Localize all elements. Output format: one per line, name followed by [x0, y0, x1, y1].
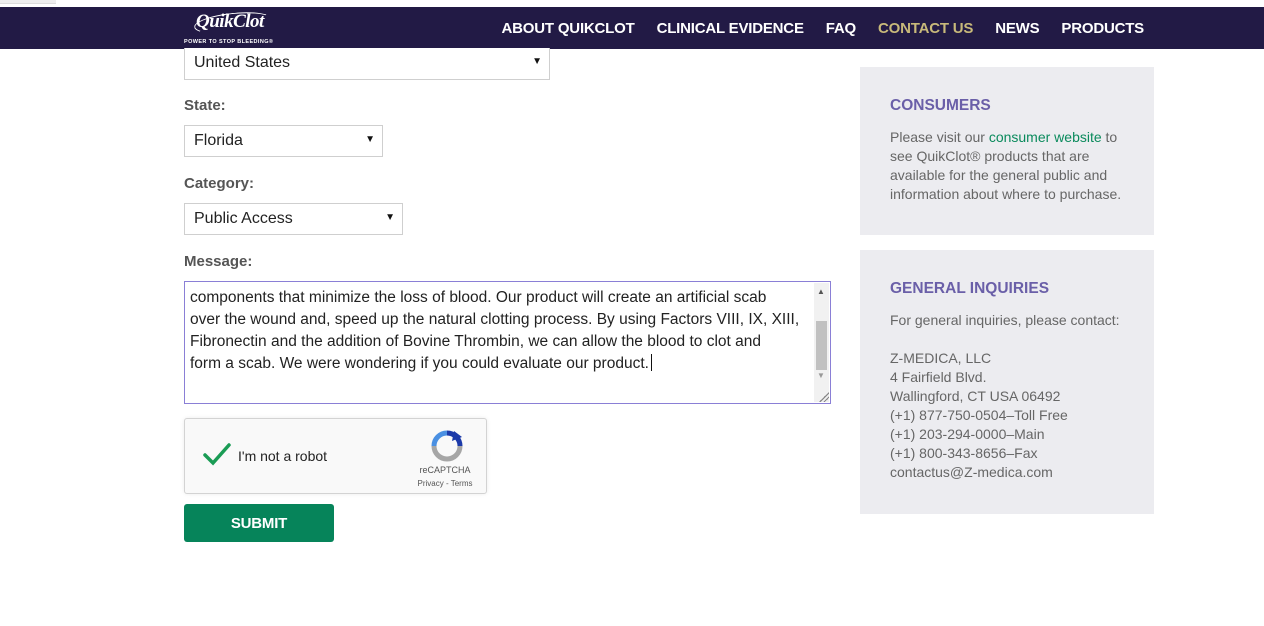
country-dropdown-arrow-icon: ▼ — [532, 56, 542, 67]
general-inquiries-card: GENERAL INQUIRIES For general inquiries,… — [860, 250, 1154, 514]
consumers-card: CONSUMERS Please visit our consumer webs… — [860, 67, 1154, 235]
consumers-title: CONSUMERS — [890, 97, 991, 114]
category-select[interactable]: Public Access ▼ — [184, 203, 403, 235]
recaptcha-logo-icon — [431, 430, 463, 462]
phone-toll-free: (+1) 877-750-0504–Toll Free — [890, 407, 1068, 423]
site-header: QuikClot POWER TO STOP BLEEDING® ABOUT Q… — [0, 7, 1264, 49]
browser-top-strip — [0, 0, 1264, 7]
phone-main: (+1) 203-294-0000–Main — [890, 426, 1045, 442]
textarea-resize-handle-icon[interactable] — [819, 392, 829, 402]
category-label: Category: — [184, 175, 255, 192]
company-name: Z-MEDICA, LLC — [890, 350, 992, 366]
nav-clinical-evidence[interactable]: CLINICAL EVIDENCE — [657, 20, 804, 37]
general-inquiries-title: GENERAL INQUIRIES — [890, 280, 1050, 297]
recaptcha-widget: I'm not a robot reCAPTCHA Privacy - Term… — [184, 418, 487, 494]
message-text: components that minimize the loss of blo… — [190, 289, 800, 372]
message-label: Message: — [184, 253, 253, 270]
consumers-text: Please visit our consumer website to see… — [890, 129, 1122, 202]
nav-products[interactable]: PRODUCTS — [1061, 20, 1144, 37]
logo-tagline: POWER TO STOP BLEEDING® — [184, 39, 274, 45]
address-city: Wallingford, CT USA 06492 — [890, 388, 1061, 404]
consumer-website-link[interactable]: consumer website — [989, 129, 1102, 145]
submit-button[interactable]: SUBMIT — [184, 504, 334, 542]
state-label: State: — [184, 97, 226, 114]
scroll-up-arrow-icon[interactable]: ▲ — [817, 287, 825, 296]
message-scrollbar[interactable]: ▲ ▼ — [814, 283, 829, 402]
main-nav: ABOUT QUIKCLOT CLINICAL EVIDENCE FAQ CON… — [502, 7, 1145, 49]
state-select[interactable]: Florida ▼ — [184, 125, 383, 157]
browser-tab-stub[interactable] — [0, 0, 56, 4]
logo-wordmark: QuikClot — [196, 11, 264, 32]
checkmark-icon[interactable] — [202, 439, 232, 469]
category-dropdown-arrow-icon: ▼ — [385, 212, 395, 223]
state-select-value: Florida — [194, 132, 243, 149]
scroll-down-arrow-icon[interactable]: ▼ — [817, 371, 825, 380]
nav-news[interactable]: NEWS — [995, 20, 1039, 37]
category-select-value: Public Access — [194, 210, 293, 227]
general-inquiries-intro: For general inquiries, please contact: — [890, 312, 1120, 328]
country-select[interactable]: United States ▼ — [184, 48, 550, 80]
contact-email[interactable]: contactus@Z-medica.com — [890, 463, 1124, 482]
quikclot-logo[interactable]: QuikClot POWER TO STOP BLEEDING® — [184, 8, 284, 47]
nav-about-quikclot[interactable]: ABOUT QUIKCLOT — [502, 20, 635, 37]
state-dropdown-arrow-icon: ▼ — [365, 134, 375, 145]
scrollbar-thumb[interactable] — [816, 321, 827, 370]
text-caret — [650, 354, 652, 371]
nav-contact-us[interactable]: CONTACT US — [878, 20, 973, 37]
message-textarea[interactable]: components that minimize the loss of blo… — [184, 281, 831, 404]
recaptcha-privacy-terms[interactable]: Privacy - Terms — [415, 479, 475, 488]
captcha-label: I'm not a robot — [238, 448, 328, 464]
phone-fax: (+1) 800-343-8656–Fax — [890, 445, 1038, 461]
nav-faq[interactable]: FAQ — [826, 20, 856, 37]
country-select-value: United States — [194, 54, 291, 71]
address-street: 4 Fairfield Blvd. — [890, 369, 987, 385]
recaptcha-brand: reCAPTCHA — [419, 465, 471, 475]
